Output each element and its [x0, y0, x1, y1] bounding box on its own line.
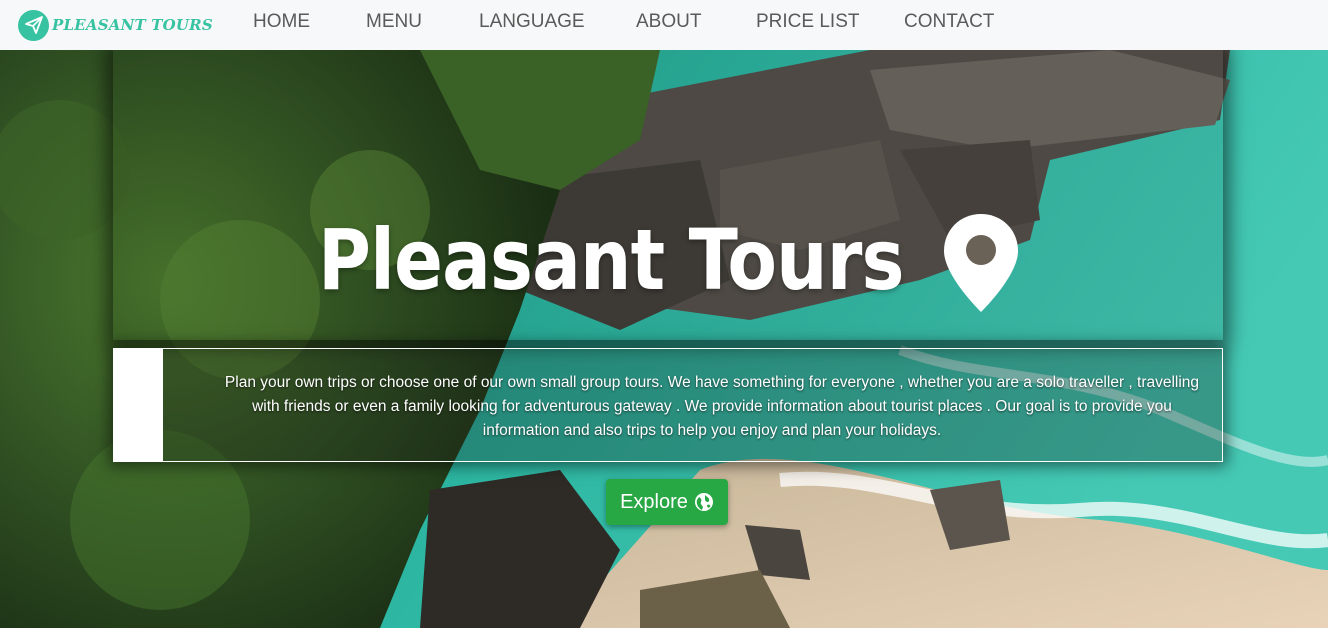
- explore-button[interactable]: Explore: [606, 479, 728, 525]
- nav-menu[interactable]: MENU: [366, 11, 422, 33]
- nav-price-list[interactable]: PRICE LIST: [756, 11, 859, 33]
- nav-contact[interactable]: CONTACT: [904, 11, 994, 33]
- brand-logo[interactable]: PLEASANT TOURS: [18, 5, 213, 45]
- brand-name: PLEASANT TOURS: [52, 16, 213, 34]
- nav-language[interactable]: LANGUAGE: [479, 11, 585, 33]
- description-accent-bar: [114, 349, 163, 461]
- hero-title: Pleasant Tours: [318, 211, 904, 309]
- nav-home[interactable]: HOME: [253, 11, 310, 33]
- nav-about[interactable]: ABOUT: [636, 11, 701, 33]
- navbar: PLEASANT TOURS HOME MENU LANGUAGE ABOUT …: [0, 0, 1328, 50]
- explore-button-label: Explore: [620, 490, 688, 513]
- map-pin-icon: [942, 212, 1020, 319]
- paper-plane-icon: [18, 9, 49, 41]
- description-box: Plan your own trips or choose one of our…: [113, 348, 1223, 462]
- globe-icon: [694, 492, 714, 512]
- description-text: Plan your own trips or choose one of our…: [224, 374, 1200, 439]
